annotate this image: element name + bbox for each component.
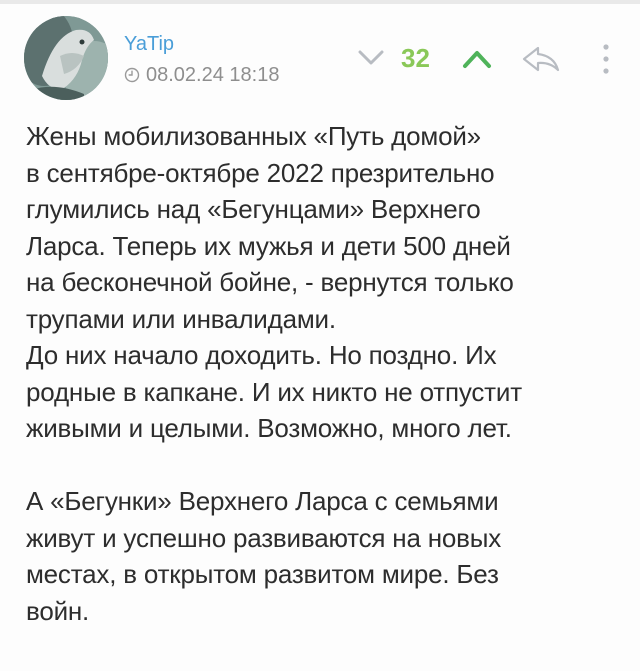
more-vertical-icon[interactable] xyxy=(596,42,616,76)
avatar[interactable] xyxy=(24,16,108,100)
post-paragraph: Жены мобилизованных «Путь домой» в сентя… xyxy=(26,121,522,443)
chevron-down-icon[interactable] xyxy=(357,48,385,68)
clock-icon xyxy=(124,67,140,83)
avatar-image xyxy=(24,16,108,100)
author-name[interactable]: YaTip xyxy=(124,33,174,55)
post-paragraph: А «Бегунки» Верхнего Ларса с семьями жив… xyxy=(26,486,502,626)
post-body: Жены мобилизованных «Путь домой» в сентя… xyxy=(26,118,626,629)
post-date: 08.02.24 18:18 xyxy=(146,64,280,86)
post-meta: 08.02.24 18:18 xyxy=(124,64,279,86)
share-icon[interactable] xyxy=(520,45,562,73)
post-header: YaTip 08.02.24 18:18 32 xyxy=(0,0,640,110)
chevron-up-icon[interactable] xyxy=(462,48,492,70)
post-score: 32 xyxy=(401,43,430,73)
